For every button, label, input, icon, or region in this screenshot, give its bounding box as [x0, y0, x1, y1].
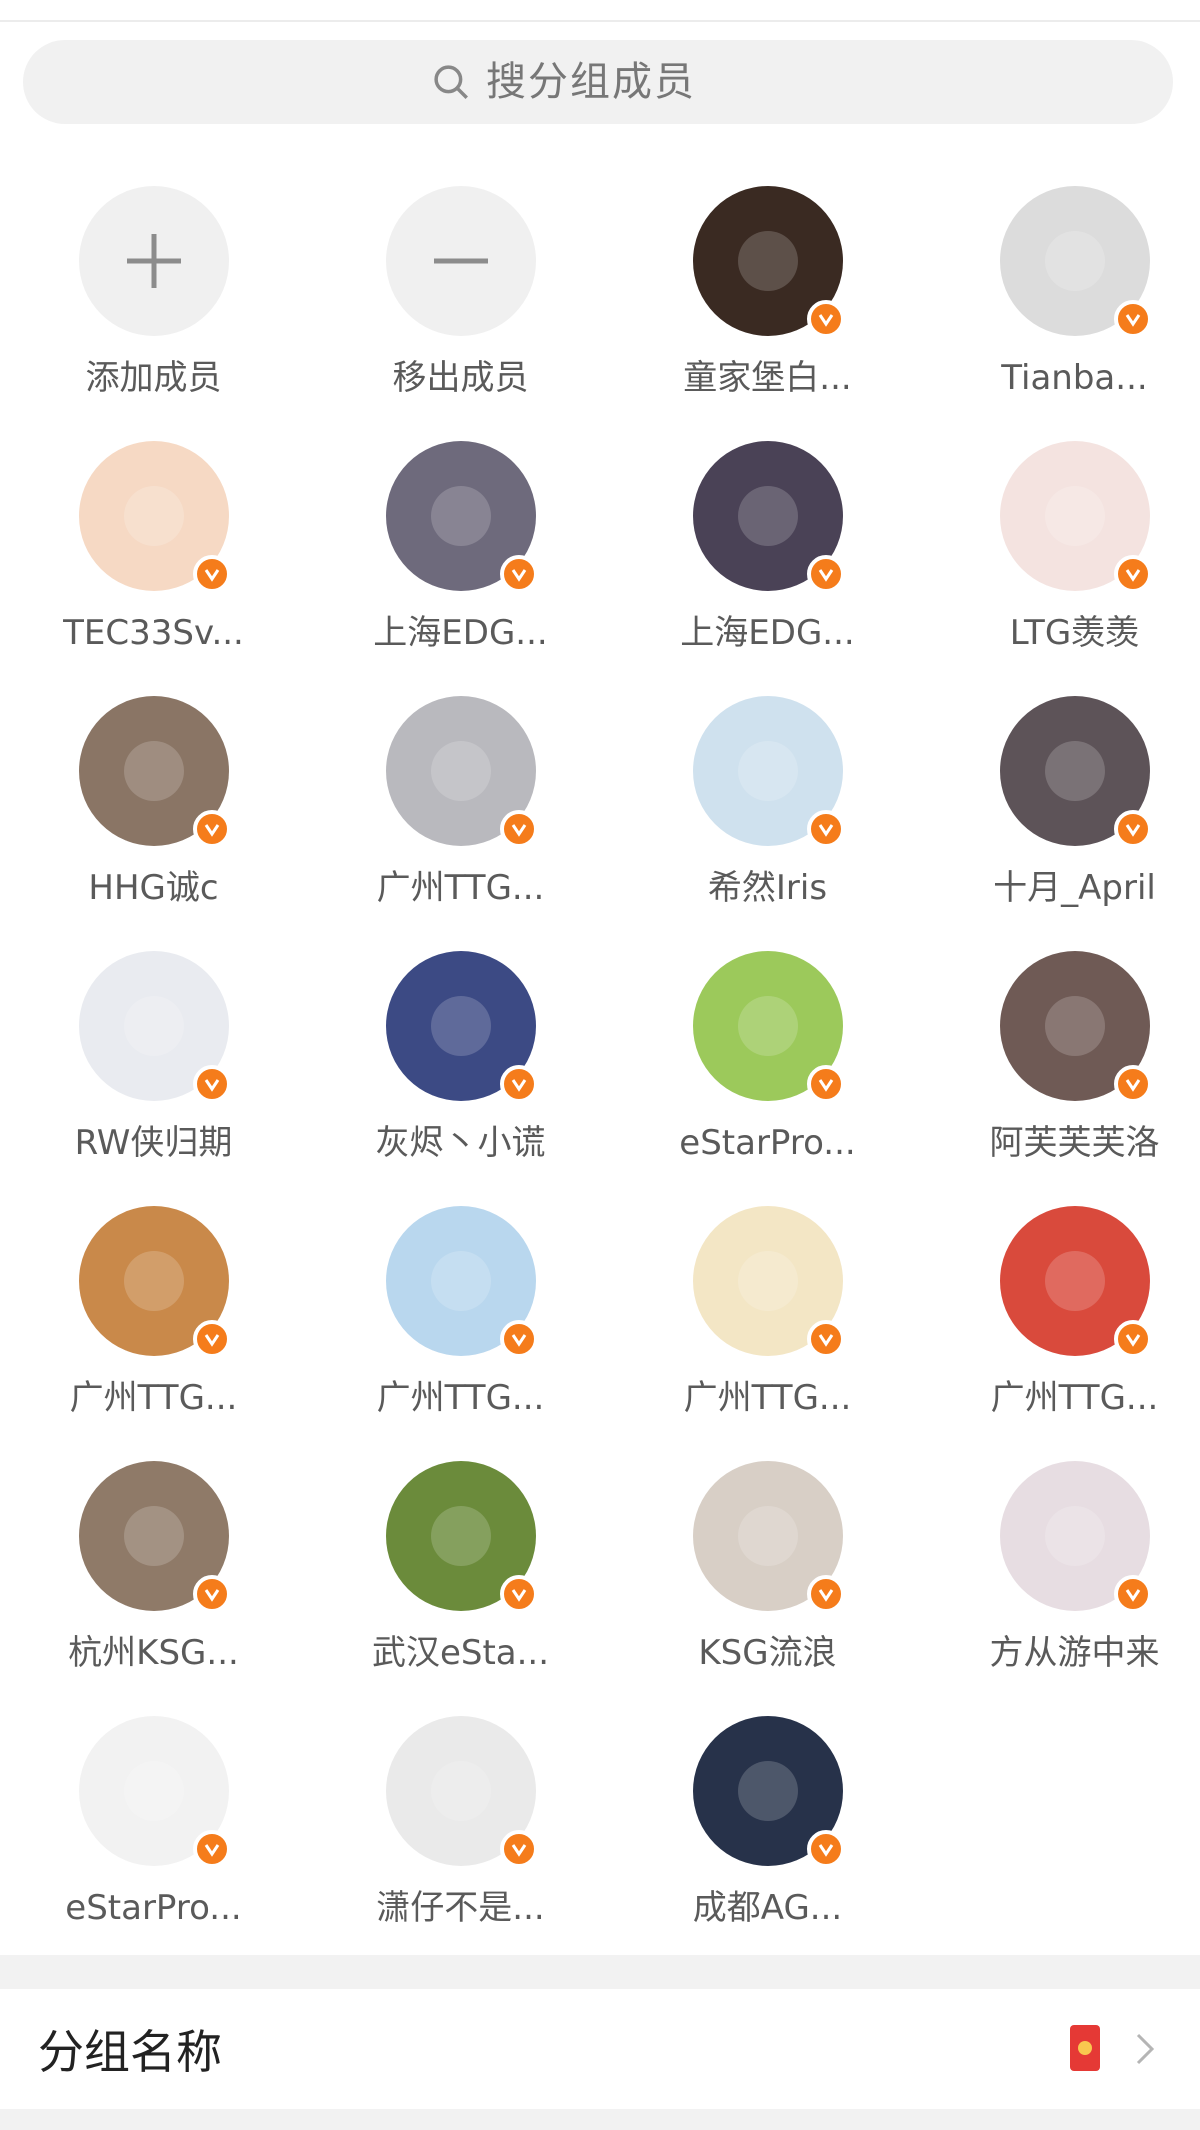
member-item[interactable]: 童家堡白...: [614, 170, 921, 425]
minus-circle: [385, 186, 536, 336]
search-input[interactable]: [486, 59, 766, 105]
verified-badge-icon: [1113, 555, 1152, 593]
minus-icon: [433, 258, 488, 264]
verified-badge-icon: [499, 1065, 538, 1103]
member-item[interactable]: eStarPro...: [614, 935, 921, 1190]
plus-circle: [78, 186, 229, 336]
member-name: 广州TTG...: [69, 1378, 238, 1418]
member-item[interactable]: HHG诚c: [0, 680, 307, 935]
remove-member-label: 移出成员: [392, 358, 529, 398]
verified-badge-icon: [499, 1320, 538, 1358]
member-name: TEC33Sv...: [63, 613, 244, 653]
verified-badge-icon: [1113, 1320, 1152, 1358]
member-name: 成都AG...: [692, 1888, 843, 1928]
member-item[interactable]: 广州TTG...: [921, 1190, 1200, 1445]
member-item[interactable]: 成都AG...: [614, 1700, 921, 1955]
member-name: LTG羡羡: [1009, 613, 1140, 653]
member-item[interactable]: 广州TTG...: [307, 680, 614, 935]
verified-badge-icon: [806, 300, 845, 338]
member-name: 希然Iris: [707, 868, 828, 908]
red-packet-icon: [1070, 2025, 1100, 2071]
verified-badge-icon: [1113, 1065, 1152, 1103]
verified-badge-icon: [192, 1575, 231, 1613]
verified-badge-icon: [1113, 1575, 1152, 1613]
member-item[interactable]: 潇仔不是...: [307, 1700, 614, 1955]
member-name: eStarPro...: [65, 1888, 242, 1928]
member-item[interactable]: 武汉eSta...: [307, 1445, 614, 1700]
member-name: Tianba...: [1001, 358, 1148, 398]
member-item[interactable]: eStarPro...: [0, 1700, 307, 1955]
member-item[interactable]: 阿芙芙芙洛: [921, 935, 1200, 1190]
member-name: KSG流浪: [698, 1633, 837, 1673]
member-item[interactable]: LTG羡羡: [921, 425, 1200, 680]
verified-badge-icon: [499, 1575, 538, 1613]
add-member-button[interactable]: 添加成员: [0, 170, 307, 425]
member-item[interactable]: 广州TTG...: [614, 1190, 921, 1445]
member-grid: 添加成员 移出成员 童家堡白... Tianba... TEC33Sv... 上海ED…: [0, 170, 1200, 1955]
member-item[interactable]: RW侠归期: [0, 935, 307, 1190]
group-name-row[interactable]: 分组名称: [0, 1989, 1200, 2109]
verified-badge-icon: [192, 810, 231, 848]
member-name: 武汉eSta...: [371, 1633, 550, 1673]
member-item[interactable]: 灰烬丶小谎: [307, 935, 614, 1190]
search-icon: [434, 65, 468, 99]
member-name: 上海EDG...: [680, 613, 855, 653]
bottom-bar: [0, 2109, 1200, 2130]
member-item[interactable]: 上海EDG...: [614, 425, 921, 680]
member-item[interactable]: 十月_April: [921, 680, 1200, 935]
member-item[interactable]: 方从游中来: [921, 1445, 1200, 1700]
member-name: 杭州KSG...: [68, 1633, 239, 1673]
member-name: 潇仔不是...: [376, 1888, 545, 1928]
member-item[interactable]: 杭州KSG...: [0, 1445, 307, 1700]
chevron-right-icon: [1136, 2033, 1155, 2065]
verified-badge-icon: [192, 1830, 231, 1868]
section-separator: [0, 1955, 1200, 1989]
verified-badge-icon: [499, 1830, 538, 1868]
add-member-label: 添加成员: [85, 358, 222, 398]
member-name: 灰烬丶小谎: [375, 1123, 546, 1163]
top-divider: [0, 0, 1200, 22]
member-item[interactable]: Tianba...: [921, 170, 1200, 425]
verified-badge-icon: [192, 555, 231, 593]
search-bar[interactable]: [23, 40, 1173, 124]
member-item[interactable]: 希然Iris: [614, 680, 921, 935]
member-name: 广州TTG...: [376, 1378, 545, 1418]
member-item[interactable]: 上海EDG...: [307, 425, 614, 680]
member-name: 上海EDG...: [373, 613, 548, 653]
member-item[interactable]: TEC33Sv...: [0, 425, 307, 680]
verified-badge-icon: [806, 1830, 845, 1868]
member-item[interactable]: KSG流浪: [614, 1445, 921, 1700]
verified-badge-icon: [192, 1065, 231, 1103]
verified-badge-icon: [499, 810, 538, 848]
member-item[interactable]: 广州TTG...: [307, 1190, 614, 1445]
member-name: HHG诚c: [88, 868, 219, 908]
verified-badge-icon: [1113, 810, 1152, 848]
verified-badge-icon: [806, 1065, 845, 1103]
member-name: 阿芙芙芙洛: [989, 1123, 1160, 1163]
verified-badge-icon: [806, 555, 845, 593]
remove-member-button[interactable]: 移出成员: [307, 170, 614, 425]
member-name: 童家堡白...: [683, 358, 852, 398]
member-item[interactable]: 广州TTG...: [0, 1190, 307, 1445]
member-name: 广州TTG...: [990, 1378, 1159, 1418]
member-name: 广州TTG...: [376, 868, 545, 908]
group-name-label: 分组名称: [38, 2025, 222, 2079]
member-name: 十月_April: [993, 868, 1156, 908]
verified-badge-icon: [806, 1575, 845, 1613]
member-name: eStarPro...: [679, 1123, 856, 1163]
verified-badge-icon: [192, 1320, 231, 1358]
verified-badge-icon: [806, 810, 845, 848]
member-name: 方从游中来: [989, 1633, 1160, 1673]
member-name: 广州TTG...: [683, 1378, 852, 1418]
verified-badge-icon: [806, 1320, 845, 1358]
member-name: RW侠归期: [74, 1123, 233, 1163]
verified-badge-icon: [1113, 300, 1152, 338]
verified-badge-icon: [499, 555, 538, 593]
plus-icon: [126, 234, 181, 288]
